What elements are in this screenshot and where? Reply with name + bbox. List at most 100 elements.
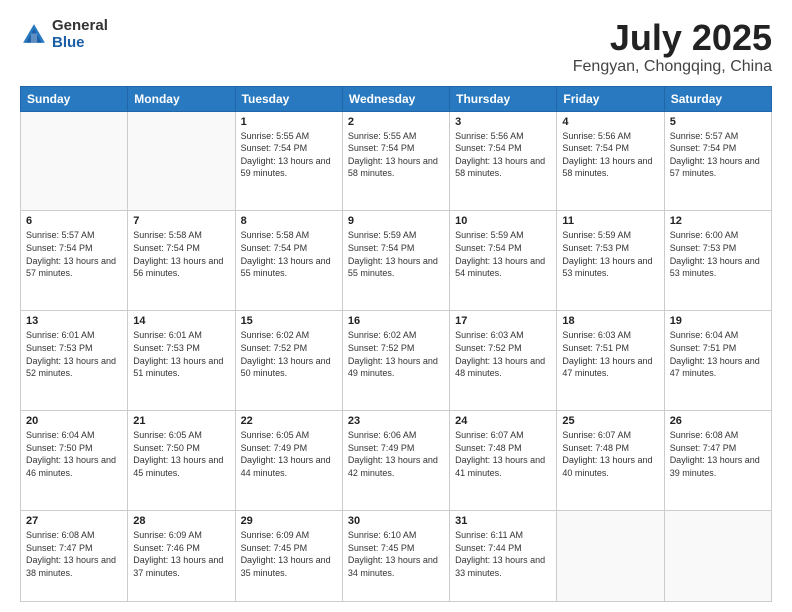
calendar: Sunday Monday Tuesday Wednesday Thursday… <box>20 86 772 602</box>
day-info: Sunrise: 6:08 AMSunset: 7:47 PMDaylight:… <box>670 429 766 479</box>
day-number: 24 <box>455 415 551 427</box>
col-friday: Friday <box>557 86 664 111</box>
table-cell: 25 Sunrise: 6:07 AMSunset: 7:48 PMDayligh… <box>557 411 664 511</box>
table-cell: 11Sunrise: 5:59 AMSunset: 7:53 PMDayligh… <box>557 211 664 311</box>
day-number: 30 <box>348 515 444 527</box>
day-number: 12 <box>670 215 766 227</box>
day-number: 23 <box>348 415 444 427</box>
table-cell: 2 Sunrise: 5:55 AMSunset: 7:54 PMDaylight… <box>342 111 449 211</box>
day-info: Sunrise: 5:57 AMSunset: 7:54 PMDaylight:… <box>26 229 122 279</box>
table-cell: 8 Sunrise: 5:58 AMSunset: 7:54 PMDaylight… <box>235 211 342 311</box>
day-info: Sunrise: 5:56 AMSunset: 7:54 PMDaylight:… <box>455 130 551 180</box>
day-info: Sunrise: 5:58 AMSunset: 7:54 PMDaylight:… <box>241 229 337 279</box>
day-info: Sunrise: 5:55 AMSunset: 7:54 PMDaylight:… <box>348 130 444 180</box>
day-info: Sunrise: 5:57 AMSunset: 7:54 PMDaylight:… <box>670 130 766 180</box>
table-cell: 19 Sunrise: 6:04 AMSunset: 7:51 PMDayligh… <box>664 311 771 411</box>
week-row-4: 20 Sunrise: 6:04 AMSunset: 7:50 PMDayligh… <box>21 411 772 511</box>
day-number: 4 <box>562 116 658 128</box>
day-number: 6 <box>26 215 122 227</box>
col-thursday: Thursday <box>450 86 557 111</box>
table-cell: 18 Sunrise: 6:03 AMSunset: 7:51 PMDayligh… <box>557 311 664 411</box>
day-info: Sunrise: 6:04 AMSunset: 7:51 PMDaylight:… <box>670 329 766 379</box>
day-number: 25 <box>562 415 658 427</box>
table-cell: 26Sunrise: 6:08 AMSunset: 7:47 PMDayligh… <box>664 411 771 511</box>
table-cell: 10 Sunrise: 5:59 AMSunset: 7:54 PMDayligh… <box>450 211 557 311</box>
day-info: Sunrise: 6:00 AMSunset: 7:53 PMDaylight:… <box>670 229 766 279</box>
logo: General Blue <box>20 18 108 51</box>
day-info: Sunrise: 5:56 AMSunset: 7:54 PMDaylight:… <box>562 130 658 180</box>
day-info: Sunrise: 6:04 AMSunset: 7:50 PMDaylight:… <box>26 429 122 479</box>
week-row-1: 1 Sunrise: 5:55 AMSunset: 7:54 PMDaylight… <box>21 111 772 211</box>
logo-text: General Blue <box>52 18 108 51</box>
day-info: Sunrise: 6:03 AMSunset: 7:52 PMDaylight:… <box>455 329 551 379</box>
table-cell: 29 Sunrise: 6:09 AMSunset: 7:45 PMDayligh… <box>235 511 342 602</box>
table-cell: 16Sunrise: 6:02 AMSunset: 7:52 PMDayligh… <box>342 311 449 411</box>
day-info: Sunrise: 5:59 AMSunset: 7:54 PMDaylight:… <box>455 229 551 279</box>
col-sunday: Sunday <box>21 86 128 111</box>
week-row-2: 6 Sunrise: 5:57 AMSunset: 7:54 PMDaylight… <box>21 211 772 311</box>
day-info: Sunrise: 6:09 AMSunset: 7:45 PMDaylight:… <box>241 529 337 579</box>
day-info: Sunrise: 5:59 AMSunset: 7:54 PMDaylight:… <box>348 229 444 279</box>
col-monday: Monday <box>128 86 235 111</box>
day-info: Sunrise: 6:05 AMSunset: 7:50 PMDaylight:… <box>133 429 229 479</box>
table-cell: 7Sunrise: 5:58 AMSunset: 7:54 PMDaylight… <box>128 211 235 311</box>
day-number: 7 <box>133 215 229 227</box>
day-number: 8 <box>241 215 337 227</box>
day-number: 27 <box>26 515 122 527</box>
day-number: 20 <box>26 415 122 427</box>
logo-blue: Blue <box>52 35 108 52</box>
table-cell: 20 Sunrise: 6:04 AMSunset: 7:50 PMDayligh… <box>21 411 128 511</box>
table-cell: 9Sunrise: 5:59 AMSunset: 7:54 PMDaylight… <box>342 211 449 311</box>
day-number: 14 <box>133 315 229 327</box>
day-info: Sunrise: 6:03 AMSunset: 7:51 PMDaylight:… <box>562 329 658 379</box>
col-wednesday: Wednesday <box>342 86 449 111</box>
day-info: Sunrise: 6:01 AMSunset: 7:53 PMDaylight:… <box>133 329 229 379</box>
day-number: 22 <box>241 415 337 427</box>
day-info: Sunrise: 6:01 AMSunset: 7:53 PMDaylight:… <box>26 329 122 379</box>
table-cell: 31Sunrise: 6:11 AMSunset: 7:44 PMDayligh… <box>450 511 557 602</box>
day-number: 15 <box>241 315 337 327</box>
col-tuesday: Tuesday <box>235 86 342 111</box>
month-title: July 2025 <box>573 18 772 58</box>
table-cell: 28 Sunrise: 6:09 AMSunset: 7:46 PMDayligh… <box>128 511 235 602</box>
day-info: Sunrise: 6:07 AMSunset: 7:48 PMDaylight:… <box>562 429 658 479</box>
day-info: Sunrise: 6:09 AMSunset: 7:46 PMDaylight:… <box>133 529 229 579</box>
day-number: 3 <box>455 116 551 128</box>
table-cell: 15 Sunrise: 6:02 AMSunset: 7:52 PMDayligh… <box>235 311 342 411</box>
day-info: Sunrise: 6:07 AMSunset: 7:48 PMDaylight:… <box>455 429 551 479</box>
day-number: 28 <box>133 515 229 527</box>
table-cell: 6 Sunrise: 5:57 AMSunset: 7:54 PMDaylight… <box>21 211 128 311</box>
logo-icon <box>20 21 48 49</box>
week-row-3: 13Sunrise: 6:01 AMSunset: 7:53 PMDayligh… <box>21 311 772 411</box>
header: General Blue July 2025 Fengyan, Chongqin… <box>20 18 772 76</box>
table-cell: 5 Sunrise: 5:57 AMSunset: 7:54 PMDaylight… <box>664 111 771 211</box>
table-cell <box>21 111 128 211</box>
header-row: Sunday Monday Tuesday Wednesday Thursday… <box>21 86 772 111</box>
table-cell: 1Sunrise: 5:55 AMSunset: 7:54 PMDaylight… <box>235 111 342 211</box>
logo-general: General <box>52 18 108 35</box>
day-info: Sunrise: 6:10 AMSunset: 7:45 PMDaylight:… <box>348 529 444 579</box>
table-cell <box>128 111 235 211</box>
table-cell: 21Sunrise: 6:05 AMSunset: 7:50 PMDayligh… <box>128 411 235 511</box>
day-number: 2 <box>348 116 444 128</box>
day-number: 31 <box>455 515 551 527</box>
day-number: 5 <box>670 116 766 128</box>
day-info: Sunrise: 6:06 AMSunset: 7:49 PMDaylight:… <box>348 429 444 479</box>
day-number: 19 <box>670 315 766 327</box>
table-cell: 23 Sunrise: 6:06 AMSunset: 7:49 PMDayligh… <box>342 411 449 511</box>
day-number: 1 <box>241 116 337 128</box>
table-cell: 17 Sunrise: 6:03 AMSunset: 7:52 PMDayligh… <box>450 311 557 411</box>
day-number: 10 <box>455 215 551 227</box>
table-cell <box>557 511 664 602</box>
day-number: 18 <box>562 315 658 327</box>
day-info: Sunrise: 6:02 AMSunset: 7:52 PMDaylight:… <box>241 329 337 379</box>
day-number: 29 <box>241 515 337 527</box>
table-cell <box>664 511 771 602</box>
table-cell: 12 Sunrise: 6:00 AMSunset: 7:53 PMDayligh… <box>664 211 771 311</box>
table-cell: 24 Sunrise: 6:07 AMSunset: 7:48 PMDayligh… <box>450 411 557 511</box>
table-cell: 14 Sunrise: 6:01 AMSunset: 7:53 PMDayligh… <box>128 311 235 411</box>
day-number: 17 <box>455 315 551 327</box>
location-title: Fengyan, Chongqing, China <box>573 58 772 76</box>
table-cell: 27Sunrise: 6:08 AMSunset: 7:47 PMDayligh… <box>21 511 128 602</box>
week-row-5: 27Sunrise: 6:08 AMSunset: 7:47 PMDayligh… <box>21 511 772 602</box>
